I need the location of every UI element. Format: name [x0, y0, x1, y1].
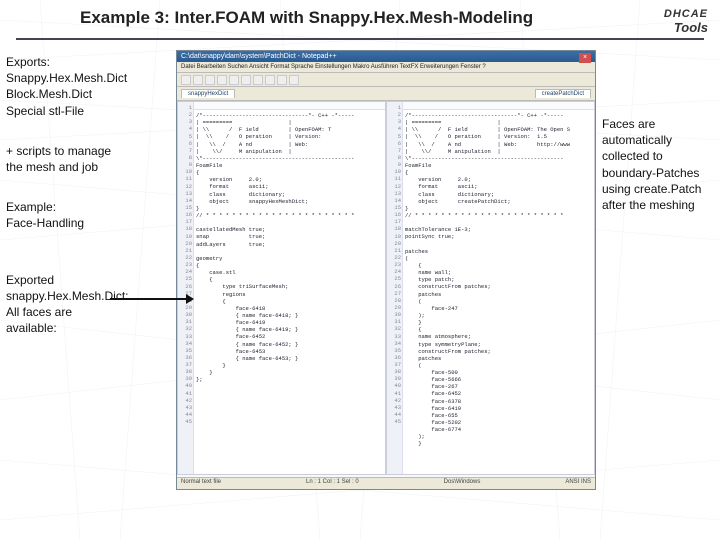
- exports-line: Snappy.Hex.Mesh.Dict: [6, 70, 176, 86]
- exports-heading: Exports:: [6, 54, 176, 70]
- toolbar-button[interactable]: [217, 75, 227, 85]
- status-bar: Normal text file Ln : 1 Col : 1 Sel : 0 …: [177, 477, 595, 489]
- tab-snappy[interactable]: snappyHexDict: [181, 89, 235, 98]
- right-line: after the meshing: [602, 197, 714, 213]
- ruler: [387, 102, 594, 110]
- right-line: automatically: [602, 132, 714, 148]
- tab-createpatch[interactable]: createPatchDict: [535, 89, 591, 98]
- right-line: Faces are: [602, 116, 714, 132]
- exported-line: snappy.Hex.Mesh.Dict:: [6, 288, 176, 304]
- scripts-line: + scripts to manage: [6, 143, 176, 159]
- line-numbers: 1 2 3 4 5 6 7 8 9 10 11 12 13 14 15 16 1…: [178, 104, 192, 425]
- example-line: Face-Handling: [6, 215, 176, 231]
- window-titlebar[interactable]: C:\dat\snappy\dam\system\PatchDict - Not…: [177, 51, 595, 62]
- status-position: Ln : 1 Col : 1 Sel : 0: [306, 479, 359, 488]
- example-line: Example:: [6, 199, 176, 215]
- toolbar[interactable]: [177, 73, 595, 87]
- right-line: using create.Patch: [602, 181, 714, 197]
- right-annotation: Faces are automatically collected to bou…: [596, 50, 714, 508]
- line-gutter: 1 2 3 4 5 6 7 8 9 10 11 12 13 14 15 16 1…: [178, 102, 194, 474]
- status-encoding: ANSI INS: [565, 479, 591, 488]
- toolbar-button[interactable]: [241, 75, 251, 85]
- logo-text-top: DHCAE: [623, 8, 708, 20]
- toolbar-button[interactable]: [289, 75, 299, 85]
- status-eol: Dos\Windows: [444, 479, 481, 488]
- logo-text-bottom: Tools: [623, 20, 708, 35]
- exported-block: Exported snappy.Hex.Mesh.Dict: All faces…: [6, 272, 176, 337]
- right-line: boundary-Patches: [602, 165, 714, 181]
- exports-line: Special stl-File: [6, 103, 176, 119]
- example-block: Example: Face-Handling: [6, 199, 176, 231]
- arrow-annotation: [110, 298, 188, 300]
- slide-title: Example 3: Inter.FOAM with Snappy.Hex.Me…: [80, 8, 704, 28]
- ruler: [178, 102, 385, 110]
- toolbar-button[interactable]: [193, 75, 203, 85]
- exported-line: available:: [6, 320, 176, 336]
- exported-line: Exported: [6, 272, 176, 288]
- toolbar-button[interactable]: [265, 75, 275, 85]
- line-gutter: 1 2 3 4 5 6 7 8 9 10 11 12 13 14 15 16 1…: [387, 102, 403, 474]
- left-pane[interactable]: 1 2 3 4 5 6 7 8 9 10 11 12 13 14 15 16 1…: [177, 101, 386, 475]
- exports-block: Exports: Snappy.Hex.Mesh.Dict Block.Mesh…: [6, 54, 176, 119]
- window-title: C:\dat\snappy\dam\system\PatchDict - Not…: [181, 53, 337, 60]
- toolbar-button[interactable]: [277, 75, 287, 85]
- close-icon[interactable]: ×: [579, 53, 591, 63]
- menu-bar[interactable]: Datei Bearbeiten Suchen Ansicht Format S…: [177, 62, 595, 73]
- status-filetype: Normal text file: [181, 479, 221, 488]
- toolbar-button[interactable]: [253, 75, 263, 85]
- code-right[interactable]: /*--------------------------------*- C++…: [405, 112, 592, 448]
- exported-line: All faces are: [6, 304, 176, 320]
- toolbar-button[interactable]: [181, 75, 191, 85]
- scripts-line: the mesh and job: [6, 159, 176, 175]
- editor-window: C:\dat\snappy\dam\system\PatchDict - Not…: [176, 50, 596, 490]
- scripts-block: + scripts to manage the mesh and job: [6, 143, 176, 175]
- exports-line: Block.Mesh.Dict: [6, 86, 176, 102]
- code-left[interactable]: /*--------------------------------*- C++…: [196, 112, 383, 383]
- toolbar-button[interactable]: [229, 75, 239, 85]
- toolbar-button[interactable]: [205, 75, 215, 85]
- tab-bar: snappyHexDict createPatchDict: [177, 87, 595, 101]
- line-numbers: 1 2 3 4 5 6 7 8 9 10 11 12 13 14 15 16 1…: [387, 104, 401, 425]
- logo: DHCAE Tools: [623, 8, 708, 35]
- right-line: collected to: [602, 148, 714, 164]
- right-pane[interactable]: 1 2 3 4 5 6 7 8 9 10 11 12 13 14 15 16 1…: [386, 101, 595, 475]
